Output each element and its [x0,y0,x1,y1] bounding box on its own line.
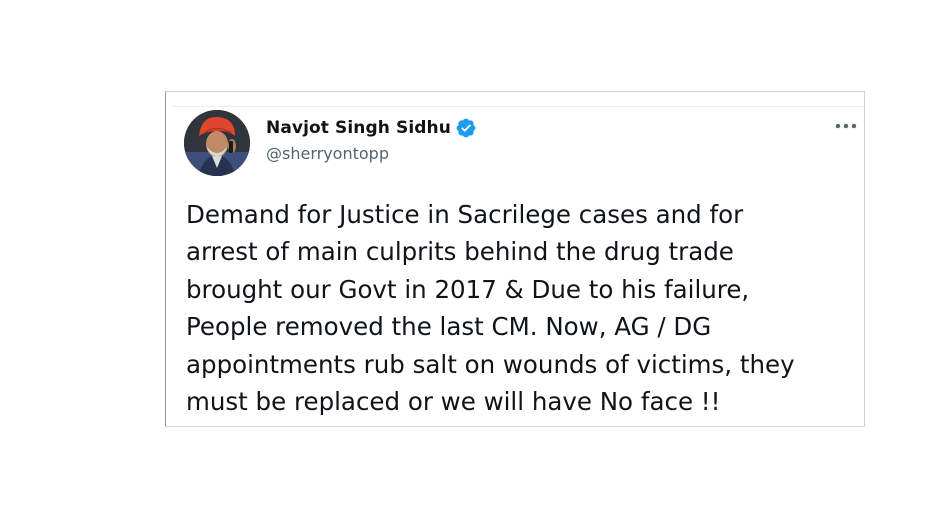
tweet-line: Demand for Justice in Sacrilege cases an… [186,200,744,229]
user-handle[interactable]: @sherryontopp [266,144,389,163]
tweet-line: appointments rub salt on wounds of victi… [186,349,795,379]
tweet-line: People removed the last CM. Now, AG / DG [186,312,712,342]
more-options-button[interactable] [832,118,860,134]
display-name-row: Navjot Singh Sidhu [266,115,477,141]
tweet-text: Demand for Justice in Sacrilege cases an… [186,196,864,420]
tweet-card[interactable]: Navjot Singh Sidhu @sherryontopp Demand … [165,91,865,427]
verified-badge-icon [455,117,477,139]
display-name[interactable]: Navjot Singh Sidhu [266,118,451,138]
more-dots-icon [835,123,857,129]
avatar-photo [184,110,250,176]
card-divider [172,106,864,107]
tweet-line: must be replaced or we will have No face… [186,387,721,417]
tweet-line: brought our Govt in 2017 & Due to his fa… [186,274,750,304]
tweet-line: arrest of main culprits behind the drug … [186,237,734,267]
avatar[interactable] [184,110,250,176]
